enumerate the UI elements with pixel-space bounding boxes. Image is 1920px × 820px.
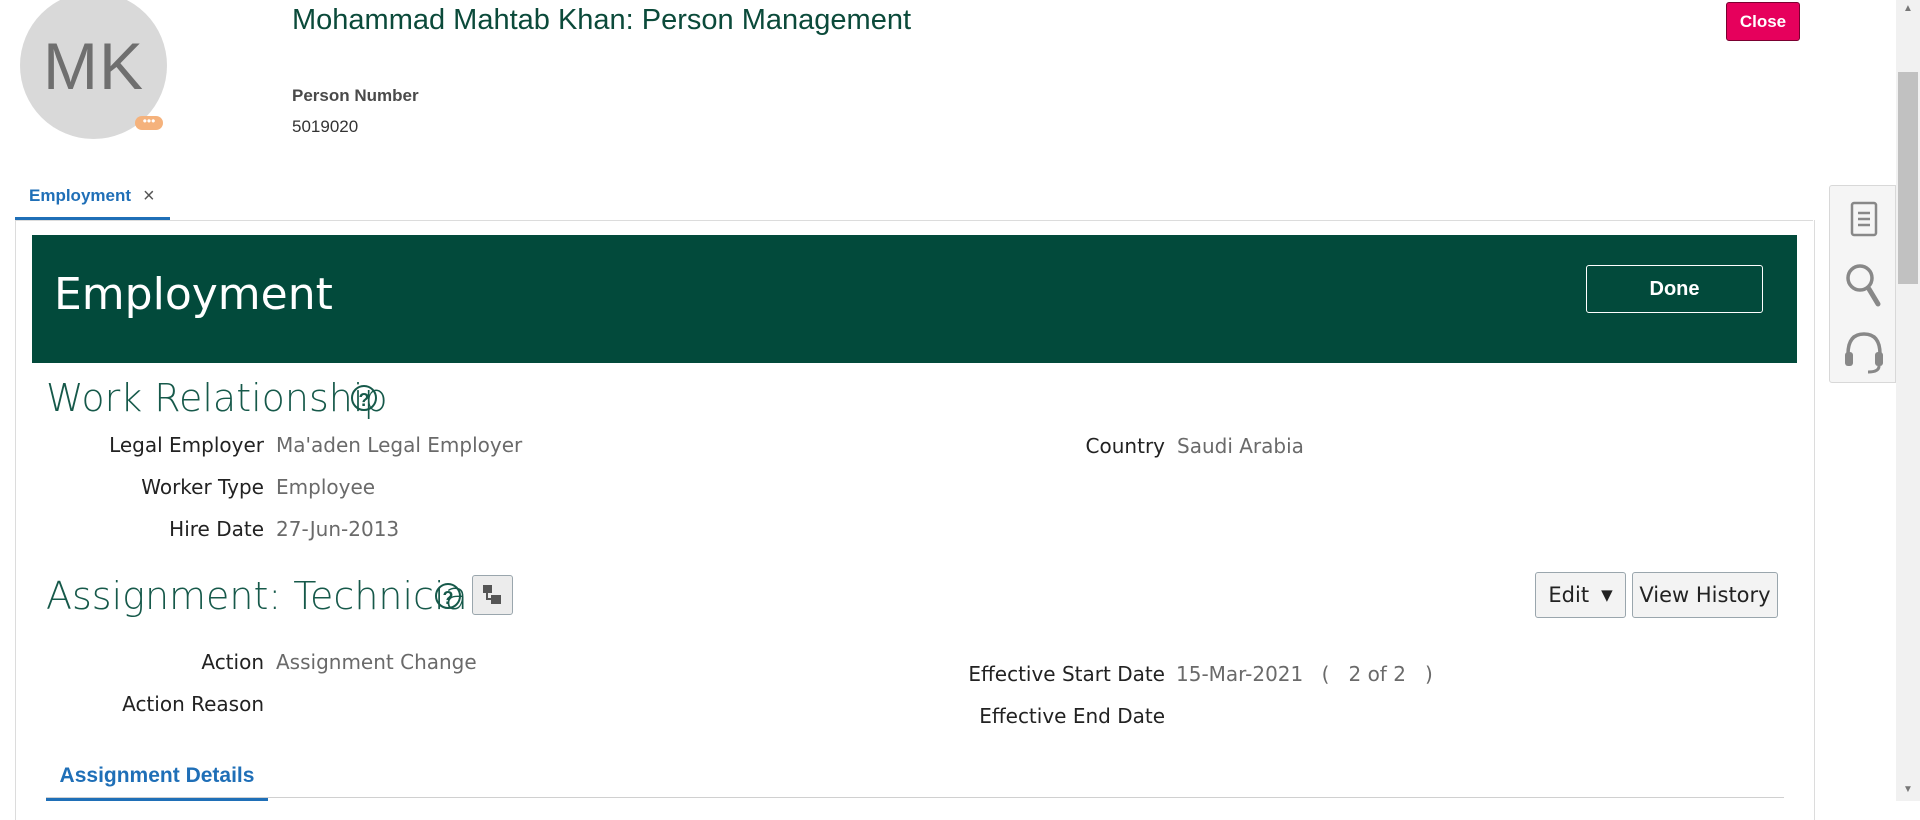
done-button[interactable]: Done — [1586, 265, 1763, 313]
tab-employment-label: Employment — [29, 186, 132, 205]
worker-type-label: Worker Type — [141, 475, 264, 499]
side-toolbar — [1829, 185, 1896, 383]
worker-type-value: Employee — [276, 475, 376, 499]
action-reason-label: Action Reason — [122, 692, 264, 716]
tab-close-icon[interactable]: × — [143, 185, 155, 208]
person-number-label: Person Number — [292, 86, 419, 105]
tab-assignment-details[interactable]: Assignment Details — [46, 754, 268, 801]
close-button-label: Close — [1739, 11, 1787, 31]
effective-start-date-label: Effective Start Date — [968, 662, 1165, 686]
headset-icon[interactable] — [1830, 318, 1897, 384]
done-button-label: Done — [1649, 277, 1700, 300]
avatar-more-badge[interactable]: ••• — [135, 115, 163, 130]
edit-button-label: Edit — [1548, 583, 1590, 607]
edit-button[interactable]: Edit ▼ — [1535, 572, 1626, 618]
close-button[interactable]: Close — [1726, 2, 1800, 41]
help-icon[interactable]: ? — [435, 583, 461, 609]
document-icon[interactable] — [1830, 186, 1897, 252]
effective-end-date-label: Effective End Date — [979, 704, 1165, 728]
avatar-initials: MK — [43, 28, 144, 103]
effective-start-date-value: 15-Mar-2021 ( 2 of 2 ) — [1176, 662, 1433, 686]
chevron-down-icon: ▼ — [1601, 586, 1613, 604]
scroll-up-icon[interactable]: ▲ — [1900, 2, 1916, 16]
banner-title: Employment — [54, 269, 333, 320]
record-counter: ( 2 of 2 ) — [1321, 662, 1433, 686]
effective-start-date-text: 15-Mar-2021 — [1176, 662, 1304, 686]
country-label: Country — [1085, 434, 1165, 458]
legal-employer-label: Legal Employer — [109, 433, 264, 457]
tab-assignment-details-label: Assignment Details — [59, 764, 255, 787]
action-label: Action — [201, 650, 264, 674]
legal-employer-value: Ma'aden Legal Employer — [276, 433, 523, 457]
hire-date-value: 27-Jun-2013 — [276, 517, 400, 541]
employment-banner: Employment Done — [32, 235, 1797, 363]
scroll-down-icon[interactable]: ▼ — [1900, 783, 1916, 797]
tab-employment[interactable]: Employment × — [15, 175, 170, 220]
country-value: Saudi Arabia — [1177, 434, 1304, 458]
action-value: Assignment Change — [276, 650, 477, 674]
view-history-button[interactable]: View History — [1632, 572, 1778, 618]
scrollbar-thumb[interactable] — [1898, 72, 1918, 284]
page-title: Mohammad Mahtab Khan: Person Management — [292, 4, 912, 36]
help-icon[interactable]: ? — [351, 385, 377, 411]
view-history-button-label: View History — [1639, 583, 1771, 607]
person-number-value: 5019020 — [292, 117, 359, 136]
tab-strip: Employment × — [15, 175, 1813, 221]
sub-tab-divider — [46, 797, 1784, 798]
work-relationship-title: Work Relationship — [46, 376, 388, 420]
hire-date-label: Hire Date — [169, 517, 264, 541]
assignment-title: Assignment: Technician — [46, 574, 492, 618]
search-icon[interactable] — [1830, 252, 1897, 318]
hierarchy-icon[interactable] — [472, 575, 513, 615]
